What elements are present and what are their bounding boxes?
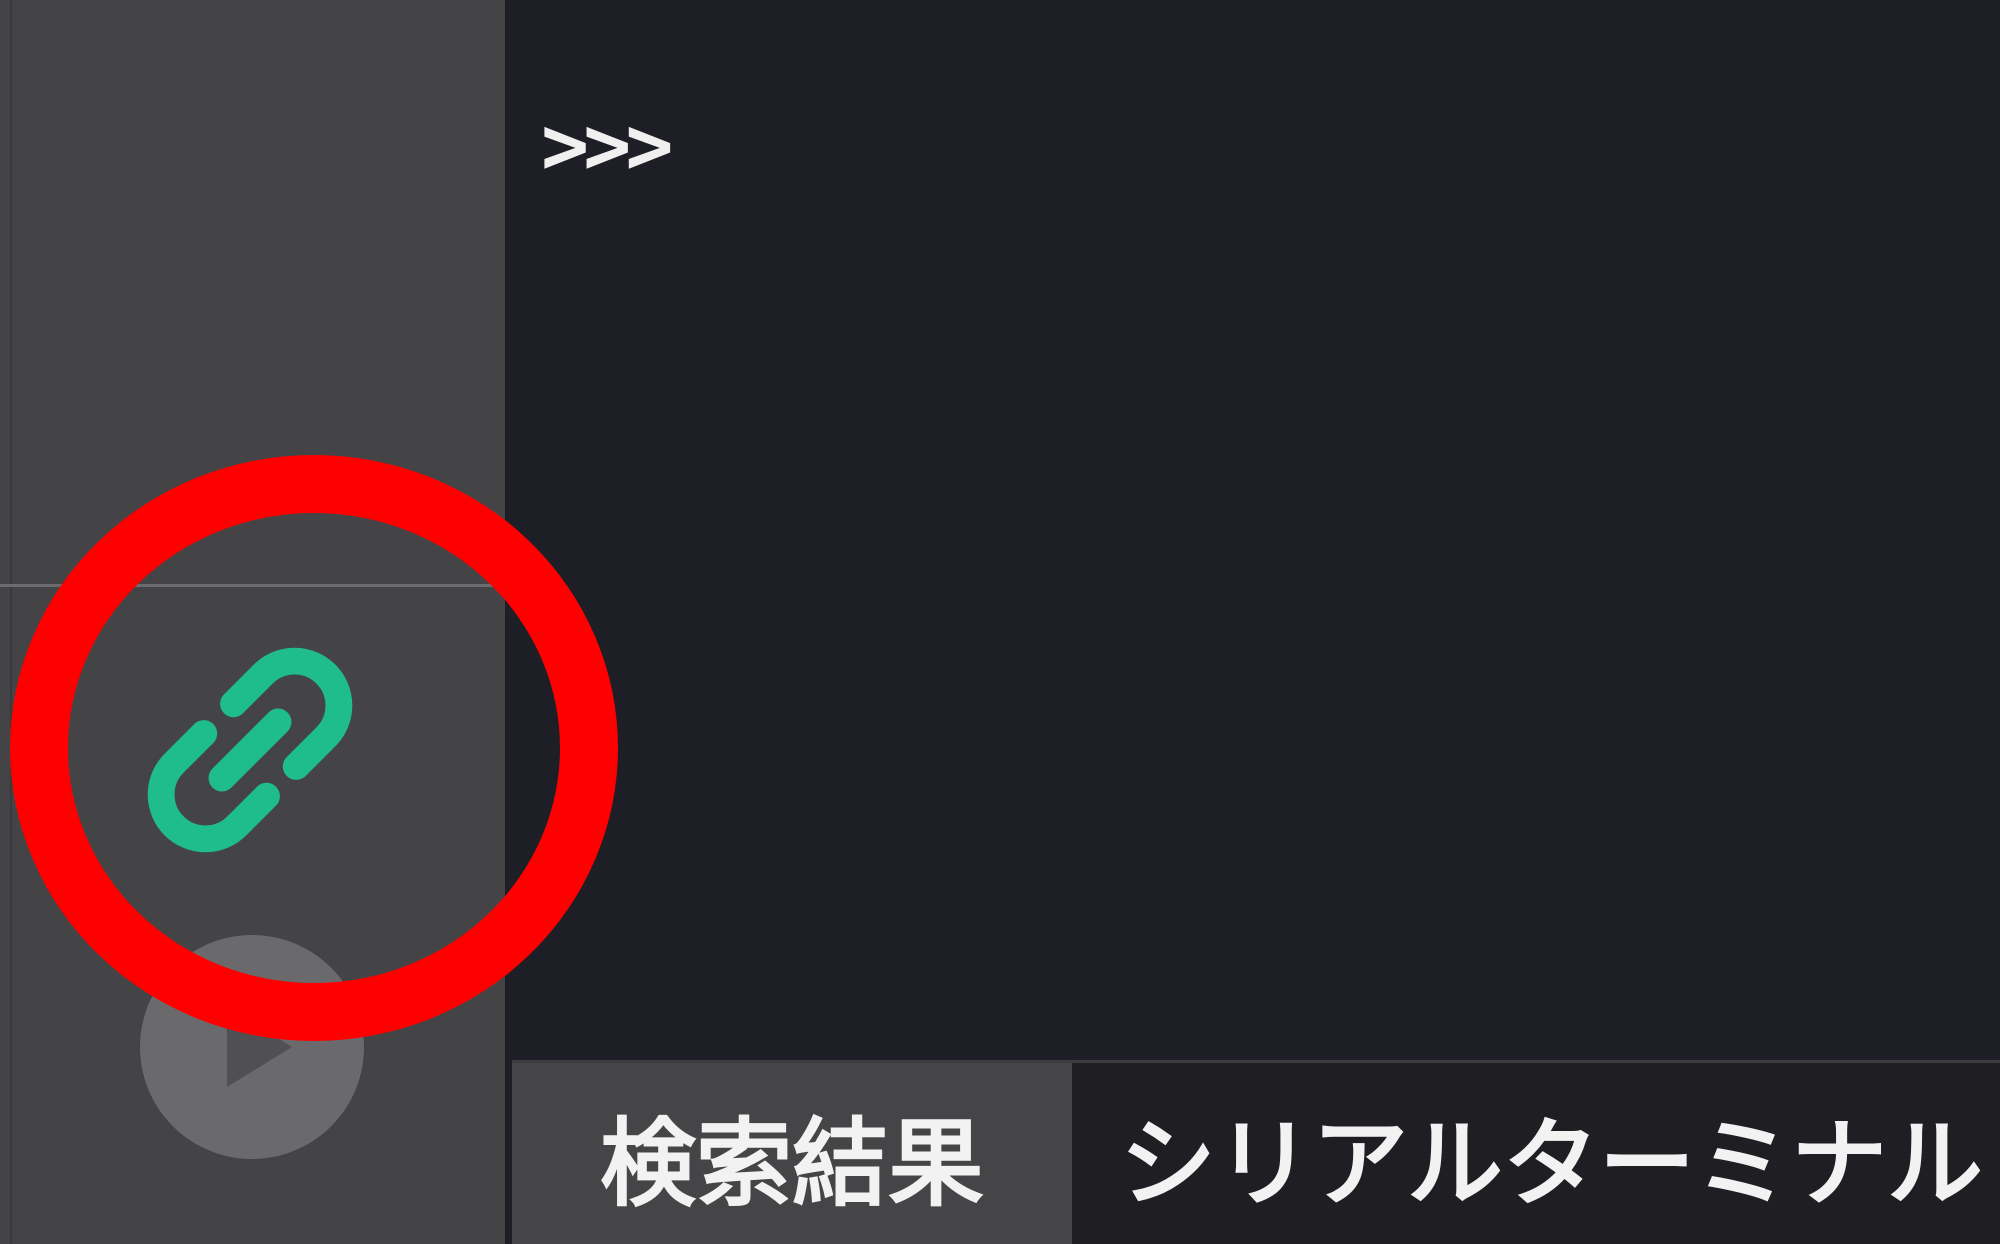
play-icon: [227, 1007, 292, 1087]
python-console[interactable]: >>>: [505, 0, 2000, 1060]
connect-link-button[interactable]: [110, 610, 390, 890]
bottom-tab-bar: 検索結果 シリアルターミナル: [512, 1060, 2000, 1244]
console-prompt: >>>: [541, 99, 673, 192]
run-button[interactable]: [140, 935, 364, 1159]
left-tool-strip: [0, 0, 505, 1244]
tab-search-results[interactable]: 検索結果: [512, 1063, 1072, 1244]
link-icon: [147, 647, 353, 853]
tab-serial-terminal[interactable]: シリアルターミナル: [1072, 1063, 2000, 1244]
strip-divider: [0, 584, 494, 587]
left-edge-line: [10, 0, 12, 1244]
app-window: >>> 検索結果 シリアルターミナル: [0, 0, 2000, 1244]
